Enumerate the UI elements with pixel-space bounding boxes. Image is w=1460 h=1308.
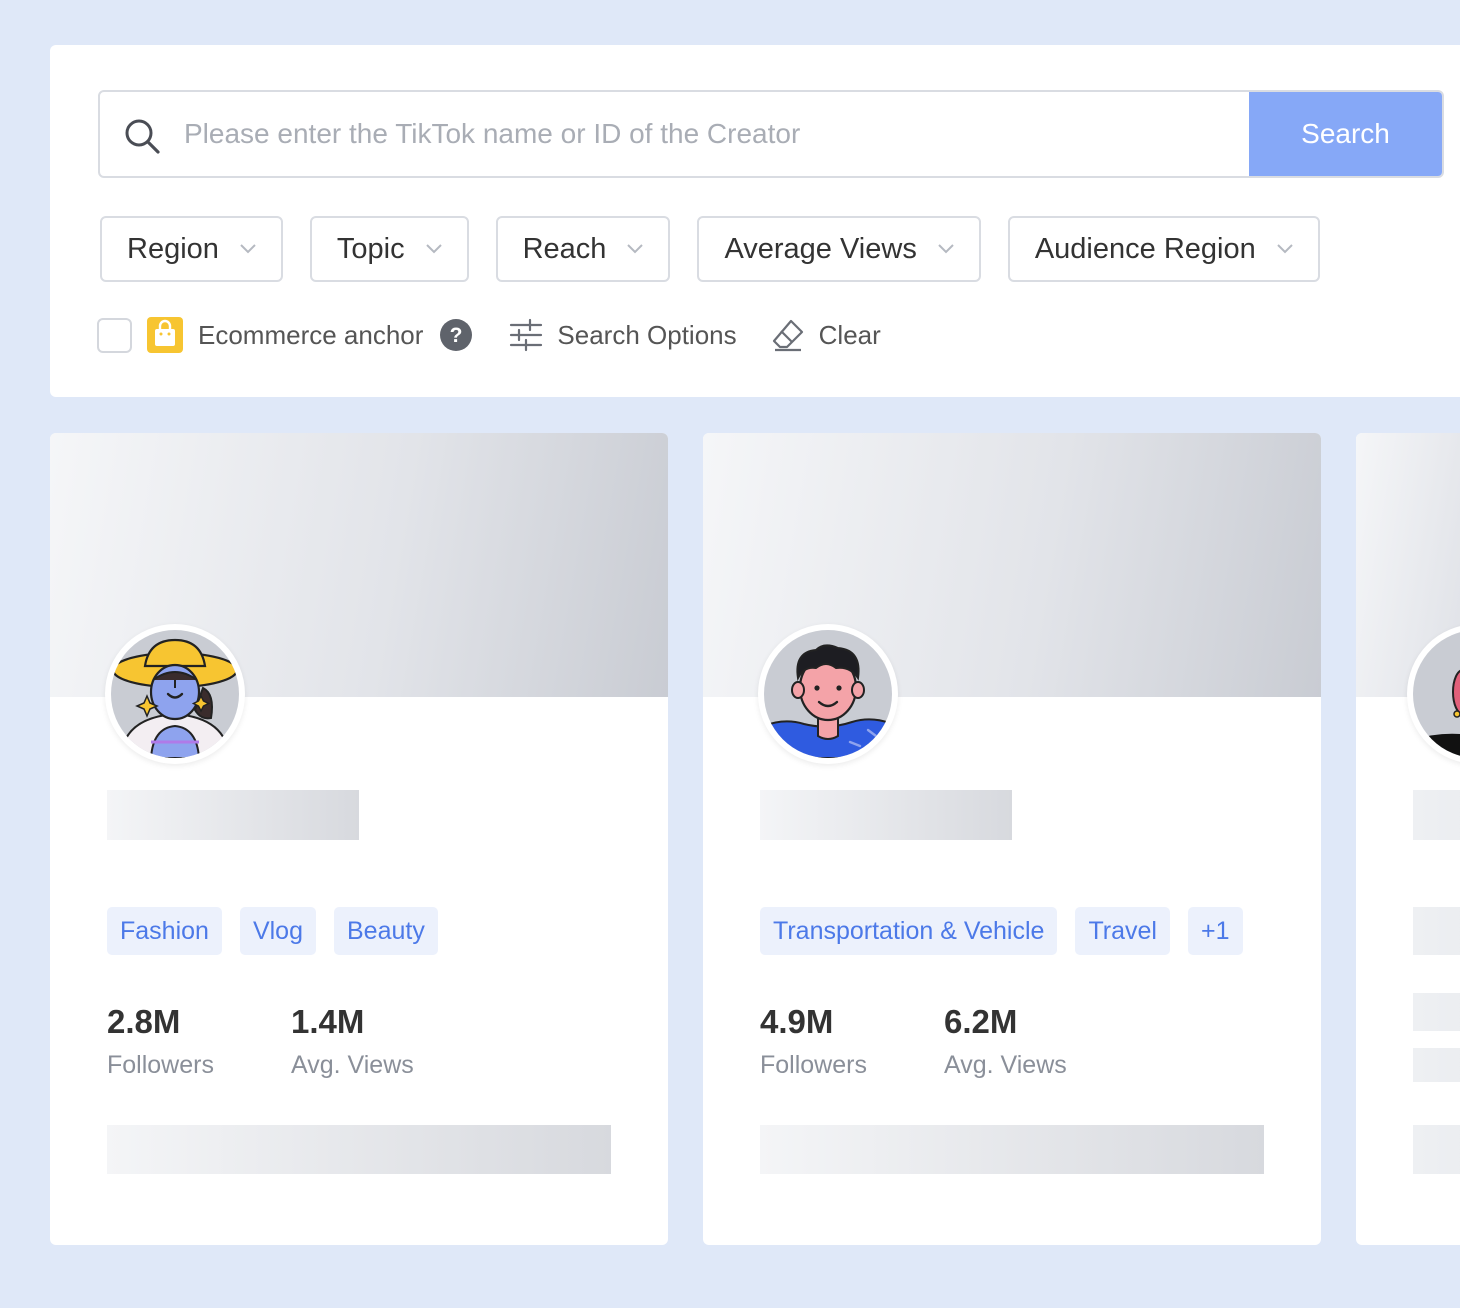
avg-views-value: 6.2M [944, 1003, 1018, 1040]
topic-tag[interactable]: Vlog [239, 907, 316, 955]
followers-value: 2.8M [107, 1003, 181, 1040]
filter-topic-dropdown[interactable]: Topic [309, 216, 469, 282]
sliders-icon [510, 318, 543, 352]
filter-label: Audience Region [1034, 232, 1256, 265]
creator-card[interactable]: Transportation & Vehicle Travel +1 4.9M … [703, 433, 1321, 1245]
svg-text:?: ? [450, 324, 463, 347]
followers-label: Followers [107, 1051, 214, 1079]
search-icon [125, 119, 160, 154]
followers-stat: 4.9M Followers [760, 1003, 867, 1080]
shopping-bag-icon [147, 317, 183, 353]
creator-card[interactable]: Fashion Vlog Beauty 2.8M Followers 1.4M … [50, 433, 668, 1245]
creator-name-placeholder [107, 790, 359, 840]
followers-value: 4.9M [760, 1003, 834, 1040]
help-icon[interactable]: ? [439, 318, 473, 352]
avg-views-stat: 6.2M Avg. Views [944, 1003, 1067, 1080]
topic-tags: Fashion Vlog Beauty [107, 907, 456, 955]
filter-label: Reach [522, 232, 607, 265]
chevron-down-icon [425, 244, 442, 254]
search-options-button[interactable]: Search Options [557, 320, 736, 351]
creator-avatar-icon [1413, 630, 1460, 758]
search-panel: Search Region Topic Reach Average Views … [50, 45, 1460, 397]
topic-tag[interactable]: Beauty [334, 907, 438, 955]
avg-views-label: Avg. Views [944, 1051, 1067, 1079]
woman-with-sun-hat-avatar-icon [111, 630, 239, 758]
creator-card-partial[interactable] [1356, 433, 1460, 1245]
filter-region-dropdown[interactable]: Region [100, 216, 283, 282]
filter-reach-dropdown[interactable]: Reach [495, 216, 671, 282]
chevron-down-icon [938, 244, 954, 254]
search-box: Search [98, 90, 1444, 178]
clear-button[interactable]: Clear [819, 320, 881, 351]
followers-label: Followers [760, 1051, 867, 1079]
chevron-down-icon [240, 244, 256, 254]
topic-tag[interactable]: Travel [1075, 907, 1170, 955]
chevron-down-icon [1277, 244, 1293, 254]
search-options-row: Ecommerce anchor ? Search Options Clear [97, 315, 881, 355]
filter-label: Region [127, 232, 219, 265]
creator-avatar [758, 624, 898, 764]
topic-tag[interactable]: Fashion [107, 907, 222, 955]
followers-stat: 2.8M Followers [107, 1003, 214, 1080]
ecommerce-checkbox[interactable] [97, 317, 132, 353]
filter-audience-region-dropdown[interactable]: Audience Region [1007, 216, 1320, 282]
stat-placeholder [1413, 993, 1460, 1031]
eraser-icon [772, 319, 803, 352]
card-footer-placeholder [107, 1125, 611, 1174]
filter-average-views-dropdown[interactable]: Average Views [697, 216, 981, 282]
topic-tag[interactable]: Transportation & Vehicle [760, 907, 1058, 955]
creator-name-placeholder [1413, 790, 1460, 840]
more-tags-badge[interactable]: +1 [1187, 907, 1243, 955]
creator-avatar [1407, 624, 1460, 764]
creator-name-placeholder [760, 790, 1012, 840]
creator-avatar [105, 624, 245, 764]
page: Search Region Topic Reach Average Views … [0, 0, 1460, 1308]
card-footer-placeholder [1413, 1125, 1460, 1174]
search-input[interactable] [184, 92, 1244, 176]
filter-label: Topic [336, 232, 405, 265]
search-button[interactable]: Search [1249, 92, 1442, 176]
filter-bar: Region Topic Reach Average Views Audienc… [100, 216, 1347, 282]
tag-placeholder [1413, 907, 1460, 955]
ecommerce-anchor-label: Ecommerce anchor [198, 319, 424, 350]
filter-label: Average Views [724, 232, 917, 265]
card-footer-placeholder [760, 1125, 1264, 1174]
stat-placeholder [1413, 1048, 1460, 1082]
avg-views-label: Avg. Views [291, 1051, 414, 1079]
avg-views-stat: 1.4M Avg. Views [291, 1003, 414, 1080]
chevron-down-icon [627, 244, 644, 254]
topic-tags: Transportation & Vehicle Travel +1 [760, 907, 1261, 955]
man-swimming-avatar-icon [764, 630, 892, 758]
avg-views-value: 1.4M [291, 1003, 365, 1040]
